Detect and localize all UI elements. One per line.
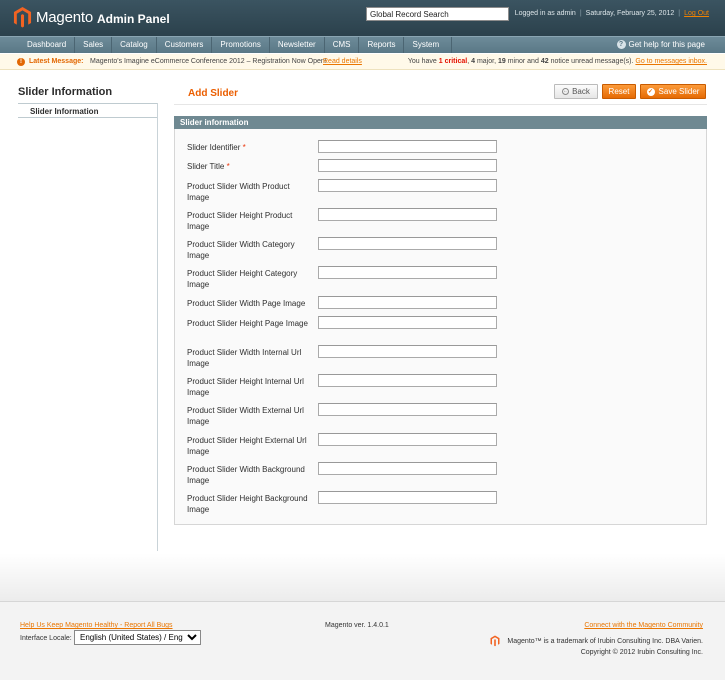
slider-form: Slider Identifier * Slider Title * Produ… [174,129,707,525]
nav-item-customers[interactable]: Customers [157,37,213,53]
logo-subtitle: Admin Panel [96,11,170,26]
slider-title-input[interactable] [318,159,497,172]
back-button-label: Back [572,87,590,96]
width-background-image-input[interactable] [318,462,497,475]
help-link[interactable]: ? Get help for this page [616,40,706,49]
back-button[interactable]: ← Back [554,84,598,99]
fieldset-header: Slider information [174,116,707,129]
height-external-url-image-input[interactable] [318,433,497,446]
field-label: Product Slider Height Category Image [187,269,298,289]
global-search-input[interactable] [366,7,509,21]
nav-menu: Dashboard Sales Catalog Customers Promot… [17,37,453,53]
latest-message-text: Magento's Imagine eCommerce Conference 2… [90,58,327,65]
reset-button[interactable]: Reset [602,84,636,99]
field-label: Product Slider Width Product Image [187,182,290,202]
alert-icon: ! [17,58,25,66]
magento-logo[interactable]: Magento Admin Panel [13,7,170,28]
field-label: Product Slider Width Background Image [187,465,305,485]
help-link-label: Get help for this page [628,40,706,49]
notice-count: 42 [540,58,549,65]
user-info: Logged in as admin | Saturday, February 25… [514,10,709,17]
field-label: Slider Identifier * [187,143,246,152]
field-label: Product Slider Width Internal Url Image [187,348,302,368]
copyright-text: Copyright © 2012 Irubin Consulting Inc. [580,649,703,656]
read-details-link[interactable]: Read details [323,58,362,65]
nav-item-catalog[interactable]: Catalog [112,37,157,53]
required-marker: * [226,162,230,171]
message-counts: You have 1 critical, 4 major, 19 minor a… [407,58,707,65]
nav-item-promotions[interactable]: Promotions [212,37,270,53]
report-bugs-link[interactable]: Help Us Keep Magento Healthy - Report Al… [20,622,173,629]
locale-label: Interface Locale: [20,635,72,642]
save-slider-button[interactable]: ✓ Save Slider [640,84,706,99]
sidebar-title: Slider Information [18,86,113,98]
critical-count: 1 critical [438,58,468,65]
trademark-text: Magento™ is a trademark of Irubin Consul… [507,637,703,645]
admin-header: Magento Admin Panel Logged in as admin|S… [0,0,725,36]
slider-identifier-input[interactable] [318,140,497,153]
trademark-notice: Magento™ is a trademark of Irubin Consul… [490,635,703,647]
field-label: Product Slider Width Category Image [187,240,295,260]
footer-gradient [0,553,725,601]
magento-version: Magento ver. 1.4.0.1 [325,622,389,629]
nav-item-sales[interactable]: Sales [75,37,113,53]
field-label: Product Slider Height Internal Url Image [187,377,304,397]
save-button-label: Save Slider [658,87,700,96]
current-date: Saturday, February 25, 2012 [585,10,675,17]
notification-bar: ! Latest Message: Magento's Imagine eCom… [0,54,725,70]
height-page-image-input[interactable] [318,316,497,329]
required-marker: * [242,143,246,152]
messages-inbox-link[interactable]: Go to messages inbox. [635,58,707,65]
height-background-image-input[interactable] [318,491,497,504]
major-count: 4 [471,58,475,65]
field-label: Product Slider Width External Url Image [187,406,304,426]
logout-link[interactable]: Log Out [684,10,709,17]
sidebar-tab-slider-information[interactable]: Slider Information [18,103,158,118]
magento-small-logo-icon [490,635,500,647]
reset-button-label: Reset [608,87,630,96]
page-title: Add Slider [188,88,239,99]
checkmark-icon: ✓ [646,87,655,96]
main-nav: Dashboard Sales Catalog Customers Promot… [0,36,725,53]
locale-select[interactable]: English (United States) / English [74,630,201,645]
logged-in-text: Logged in as admin [514,10,576,17]
height-product-image-input[interactable] [318,208,497,221]
width-product-image-input[interactable] [318,179,497,192]
page-footer: Help Us Keep Magento Healthy - Report Al… [0,601,725,680]
width-external-url-image-input[interactable] [318,403,497,416]
nav-item-newsletter[interactable]: Newsletter [270,37,325,53]
minor-count: 19 [497,58,506,65]
back-arrow-icon: ← [562,88,570,95]
field-label: Product Slider Width Page Image [187,299,306,308]
field-label: Product Slider Height Page Image [187,319,308,328]
help-icon: ? [616,40,626,49]
community-link[interactable]: Connect with the Magento Community [584,622,703,629]
nav-item-dashboard[interactable]: Dashboard [17,37,76,53]
field-label: Product Slider Height External Url Image [187,436,307,456]
logo-wordmark: Magento [36,9,93,26]
latest-message-label: Latest Message: [29,58,84,65]
nav-item-cms[interactable]: CMS [325,37,360,53]
sidebar-divider [157,103,158,551]
nav-item-system[interactable]: System [404,37,453,53]
width-internal-url-image-input[interactable] [318,345,497,358]
width-page-image-input[interactable] [318,296,497,309]
field-label: Product Slider Height Background Image [187,494,308,514]
width-category-image-input[interactable] [318,237,497,250]
field-label: Product Slider Height Product Image [187,211,293,231]
height-internal-url-image-input[interactable] [318,374,497,387]
nav-item-reports[interactable]: Reports [359,37,405,53]
height-category-image-input[interactable] [318,266,497,279]
magento-logo-icon [13,7,32,28]
field-label: Slider Title * [187,162,230,171]
